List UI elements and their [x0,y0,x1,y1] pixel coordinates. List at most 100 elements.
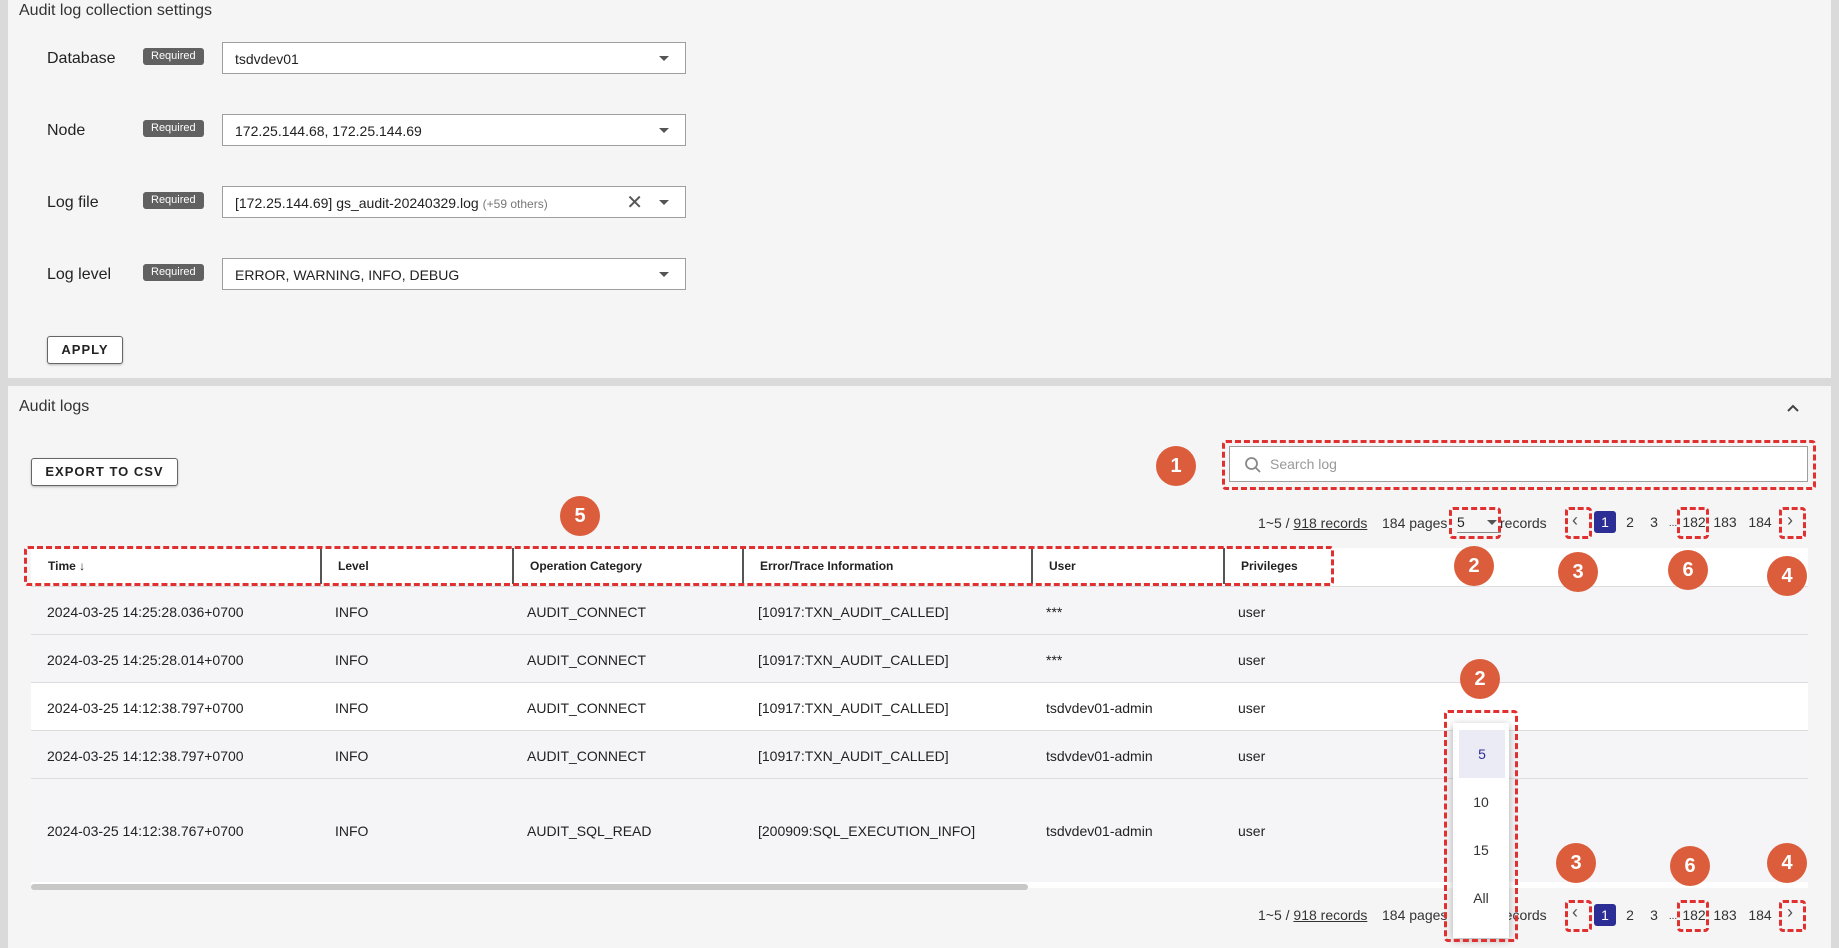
log-level-required-badge: Required [143,264,204,281]
per-page-select-top[interactable]: 5 [1457,511,1501,533]
chevron-down-icon [1487,520,1497,525]
log-level-label: Log level [47,266,112,283]
table-row[interactable]: 2024-03-25 14:12:38.797+0700 INFO AUDIT_… [31,682,1808,730]
cell-level: INFO [335,748,369,764]
per-page-option[interactable]: 15 [1453,826,1509,874]
node-select[interactable]: 172.25.144.68, 172.25.144.69 [222,114,686,146]
cell-operation: AUDIT_SQL_READ [527,823,652,839]
cell-user: tsdvdev01-admin [1046,823,1153,839]
next-page-icon[interactable]: › [1787,902,1793,923]
page-184[interactable]: 184 [1746,904,1774,926]
marker-3-bottom: 3 [1556,843,1596,883]
cell-time: 2024-03-25 14:25:28.036+0700 [47,604,244,620]
database-select[interactable]: tsdvdev01 [222,42,686,74]
prev-page-icon[interactable]: ‹ [1572,902,1578,923]
log-file-required-badge: Required [143,192,204,209]
page-184[interactable]: 184 [1746,511,1774,533]
table-row[interactable]: 2024-03-25 14:12:38.797+0700 INFO AUDIT_… [31,730,1808,778]
column-error-trace[interactable]: Error/Trace Information [742,548,1031,584]
table-row[interactable]: 2024-03-25 14:12:38.767+0700 INFO AUDIT_… [31,778,1808,882]
pager-range-text: 1~5 / [1258,515,1290,531]
page-2[interactable]: 2 [1619,904,1641,926]
table-row[interactable]: 2024-03-25 14:25:28.036+0700 INFO AUDIT_… [31,586,1808,634]
cell-operation: AUDIT_CONNECT [527,748,647,764]
log-level-select[interactable]: ERROR, WARNING, INFO, DEBUG [222,258,686,290]
column-level[interactable]: Level [320,548,512,584]
pager-range-top: 1~5 / 918 records [1258,515,1367,531]
column-time[interactable]: Time ↓ [31,548,320,584]
database-label: Database [47,50,116,67]
cell-error: [200909:SQL_EXECUTION_INFO] [758,823,976,839]
cell-error: [10917:TXN_AUDIT_CALLED] [758,604,949,620]
cell-error: [10917:TXN_AUDIT_CALLED] [758,748,949,764]
per-page-value: 5 [1457,514,1465,530]
cell-privileges: user [1238,604,1266,620]
audit-log-table: Time ↓ Level Operation Category Error/Tr… [31,548,1808,888]
marker-5: 5 [560,496,600,536]
page-1[interactable]: 1 [1594,904,1616,926]
column-user[interactable]: User [1031,548,1223,584]
per-page-dropdown-menu: 5 10 15 All [1453,723,1509,938]
cell-operation: AUDIT_CONNECT [527,700,647,716]
cell-privileges: user [1238,823,1266,839]
page-1[interactable]: 1 [1594,511,1616,533]
records-link[interactable]: 918 records [1293,907,1367,923]
marker-6: 6 [1668,550,1708,590]
marker-4: 4 [1767,556,1807,596]
per-page-option[interactable]: 10 [1453,778,1509,826]
cell-user: tsdvdev01-admin [1046,700,1153,716]
cell-level: INFO [335,700,369,716]
database-select-value: tsdvdev01 [235,51,299,67]
apply-button[interactable]: APPLY [47,336,123,364]
chevron-down-icon [659,200,669,205]
search-input[interactable] [1270,447,1790,481]
export-csv-button[interactable]: EXPORT TO CSV [31,458,178,486]
search-log-box[interactable] [1229,446,1808,482]
log-file-others-count: (+59 others) [482,197,548,211]
per-page-option[interactable]: All [1453,874,1509,922]
cell-time: 2024-03-25 14:25:28.014+0700 [47,652,244,668]
cell-error: [10917:TXN_AUDIT_CALLED] [758,700,949,716]
cell-level: INFO [335,652,369,668]
per-page-option[interactable]: 5 [1459,730,1505,778]
page-183[interactable]: 183 [1711,904,1739,926]
column-privileges[interactable]: Privileges [1223,548,1453,584]
horizontal-scrollbar[interactable] [31,884,1028,890]
next-page-icon[interactable]: › [1787,510,1793,531]
cell-user: *** [1046,652,1063,668]
log-file-select-value: [172.25.144.69] gs_audit-20240329.log [235,195,479,211]
settings-panel: Audit log collection settings Database R… [8,0,1831,378]
page-182[interactable]: 182 [1680,904,1708,926]
marker-1: 1 [1156,446,1196,486]
cell-time: 2024-03-25 14:12:38.767+0700 [47,823,244,839]
table-row[interactable]: 2024-03-25 14:25:28.014+0700 INFO AUDIT_… [31,634,1808,682]
column-time-label: Time [48,559,76,573]
cell-privileges: user [1238,652,1266,668]
close-icon[interactable]: ✕ [626,187,643,219]
page-182[interactable]: 182 [1680,511,1708,533]
cell-time: 2024-03-25 14:12:38.797+0700 [47,700,244,716]
marker-4-bottom: 4 [1767,843,1807,883]
cell-level: INFO [335,604,369,620]
cell-user: *** [1046,604,1063,620]
table-header: Time ↓ Level Operation Category Error/Tr… [31,548,1808,584]
records-link[interactable]: 918 records [1293,515,1367,531]
pager-pages-bottom: 184 pages [1382,907,1448,923]
marker-2-dropdown: 2 [1460,659,1500,699]
chevron-down-icon [659,128,669,133]
cell-privileges: user [1238,748,1266,764]
marker-2: 2 [1454,546,1494,586]
prev-page-icon[interactable]: ‹ [1572,510,1578,531]
database-required-badge: Required [143,48,204,65]
page-183[interactable]: 183 [1711,511,1739,533]
chevron-up-icon[interactable] [1785,400,1801,416]
marker-3: 3 [1558,552,1598,592]
log-file-label: Log file [47,194,99,211]
log-file-select[interactable]: [172.25.144.69] gs_audit-20240329.log (+5… [222,186,686,218]
records-suffix-top: records [1500,515,1547,531]
arrow-down-icon: ↓ [79,559,86,573]
page-2[interactable]: 2 [1619,511,1641,533]
chevron-down-icon [659,56,669,61]
column-operation-category[interactable]: Operation Category [512,548,742,584]
node-select-value: 172.25.144.68, 172.25.144.69 [235,123,422,139]
